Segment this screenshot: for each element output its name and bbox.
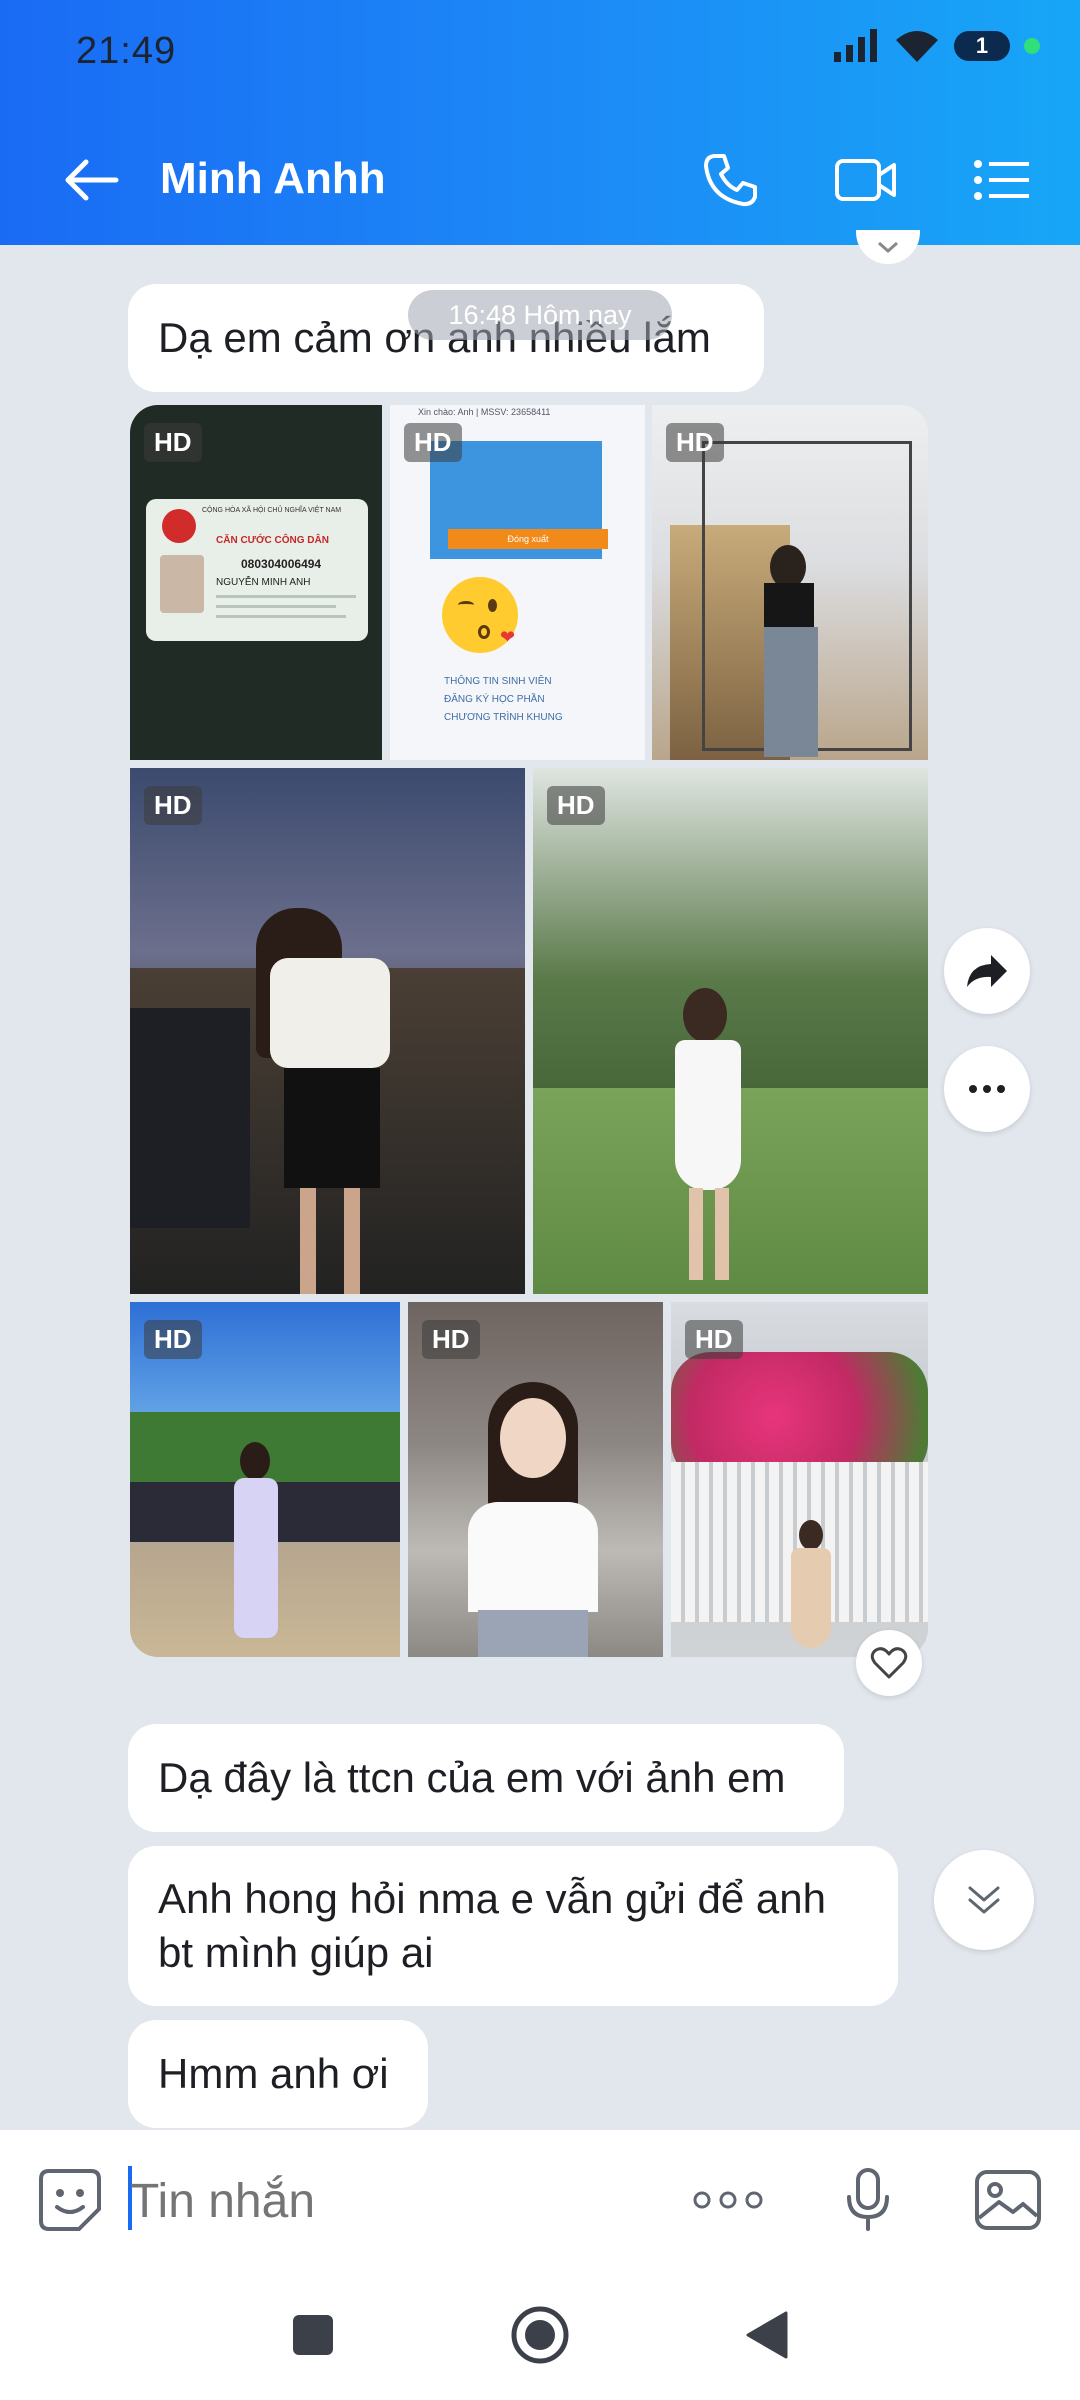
recents-button[interactable] (278, 2300, 348, 2370)
heart-icon (870, 1647, 908, 1679)
message-bubble[interactable]: Dạ đây là ttcn của em với ảnh em (128, 1724, 844, 1832)
more-dots-icon (969, 1085, 1005, 1093)
signal-icon (834, 29, 877, 62)
portal-link-1: THÔNG TIN SINH VIÊN (444, 676, 552, 687)
more-actions-button[interactable] (688, 2160, 768, 2240)
system-nav-bar (0, 2270, 1080, 2400)
hd-badge: HD (144, 786, 202, 825)
message-input-bar (0, 2130, 1080, 2270)
message-text: Hmm anh ơi (158, 2050, 389, 2097)
double-chevron-down-icon (968, 1886, 1000, 1914)
battery-badge: 1 (954, 31, 1010, 61)
forward-arrow-icon (967, 955, 1007, 987)
photo-bougainvillea[interactable]: HD (671, 1302, 928, 1657)
hd-badge: HD (144, 423, 202, 462)
voice-call-button[interactable] (694, 148, 766, 212)
menu-button[interactable] (966, 148, 1038, 212)
video-camera-icon (835, 159, 896, 201)
hd-badge: HD (547, 786, 605, 825)
id-card-image: CỘNG HÒA XÃ HỘI CHỦ NGHĨA VIỆT NAM CĂN C… (146, 499, 368, 641)
message-text: Anh hong hỏi nma e vẫn gửi để anh bt mìn… (158, 1875, 826, 1976)
arrow-left-icon (65, 159, 119, 201)
hd-badge: HD (144, 1320, 202, 1359)
portal-greeting: Xin chào: Anh | MSSV: 23658411 (418, 407, 551, 417)
id-card-name: NGUYỄN MINH ANH (216, 577, 311, 588)
photo-id-card[interactable]: CỘNG HÒA XÃ HỘI CHỦ NGHĨA VIỆT NAM CĂN C… (130, 405, 382, 760)
home-button[interactable] (505, 2300, 575, 2370)
portal-link-2: ĐĂNG KÝ HỌC PHẦN (444, 694, 545, 705)
hd-badge: HD (404, 423, 462, 462)
id-card-header: CỘNG HÒA XÃ HỘI CHỦ NGHĨA VIỆT NAM (202, 507, 342, 514)
photo-cafe-selfie[interactable]: HD (408, 1302, 663, 1657)
home-circle-icon (511, 2306, 569, 2364)
kiss-emoji-icon: ❤ (442, 577, 518, 653)
photo-student-portal[interactable]: Xin chào: Anh | MSSV: 23658411 Đóng xuất… (390, 405, 645, 760)
portal-button: Đóng xuất (448, 529, 608, 549)
triangle-back-icon (746, 2311, 788, 2359)
app-header: 21:49 1 Minh Anhh (0, 0, 1080, 245)
sticker-icon (39, 2169, 101, 2231)
square-icon (293, 2315, 333, 2355)
portal-links: THÔNG TIN SINH VIÊN ĐĂNG KÝ HỌC PHẦN CHƯ… (444, 673, 563, 727)
microphone-icon (847, 2168, 889, 2231)
privacy-dot-icon (1024, 38, 1040, 54)
back-button[interactable] (56, 150, 126, 210)
scroll-to-bottom-button[interactable] (934, 1850, 1034, 1950)
photo-ao-dai[interactable]: HD (130, 1302, 400, 1657)
phone-icon (704, 154, 757, 207)
image-icon (975, 2170, 1041, 2230)
react-button[interactable] (856, 1630, 922, 1696)
portal-link-3: CHƯƠNG TRÌNH KHUNG (444, 712, 563, 723)
id-card-title: CĂN CƯỚC CÔNG DÂN (216, 535, 329, 546)
id-card-number: 080304006494 (241, 557, 322, 571)
message-bubble[interactable]: Anh hong hỏi nma e vẫn gửi để anh bt mìn… (128, 1846, 898, 2006)
collapse-toggle[interactable] (856, 230, 920, 264)
chevron-down-icon (878, 241, 898, 254)
message-bubble[interactable]: Hmm anh ơi (128, 2020, 428, 2128)
more-options-button[interactable] (944, 1046, 1030, 1132)
hd-badge: HD (666, 423, 724, 462)
video-call-button[interactable] (830, 148, 902, 212)
hd-badge: HD (685, 1320, 743, 1359)
status-time: 21:49 (76, 30, 177, 72)
back-nav-button[interactable] (732, 2300, 802, 2370)
photo-mirror-selfie[interactable]: HD (652, 405, 928, 760)
more-circles-icon (693, 2191, 763, 2209)
message-input[interactable] (130, 2166, 650, 2236)
sticker-button[interactable] (30, 2160, 110, 2240)
gallery-button[interactable] (968, 2160, 1048, 2240)
contact-name[interactable]: Minh Anhh (160, 154, 386, 204)
photo-night-street[interactable]: HD (130, 768, 525, 1294)
message-text: Dạ đây là ttcn của em với ảnh em (158, 1754, 786, 1801)
hd-badge: HD (422, 1320, 480, 1359)
timestamp-pill: 16:48 Hôm nay (408, 290, 672, 340)
wifi-icon (896, 31, 938, 62)
photo-garden-dress[interactable]: HD (533, 768, 928, 1294)
share-button[interactable] (944, 928, 1030, 1014)
voice-record-button[interactable] (828, 2160, 908, 2240)
list-menu-icon (974, 160, 1029, 200)
status-icons: 1 (832, 28, 1040, 64)
